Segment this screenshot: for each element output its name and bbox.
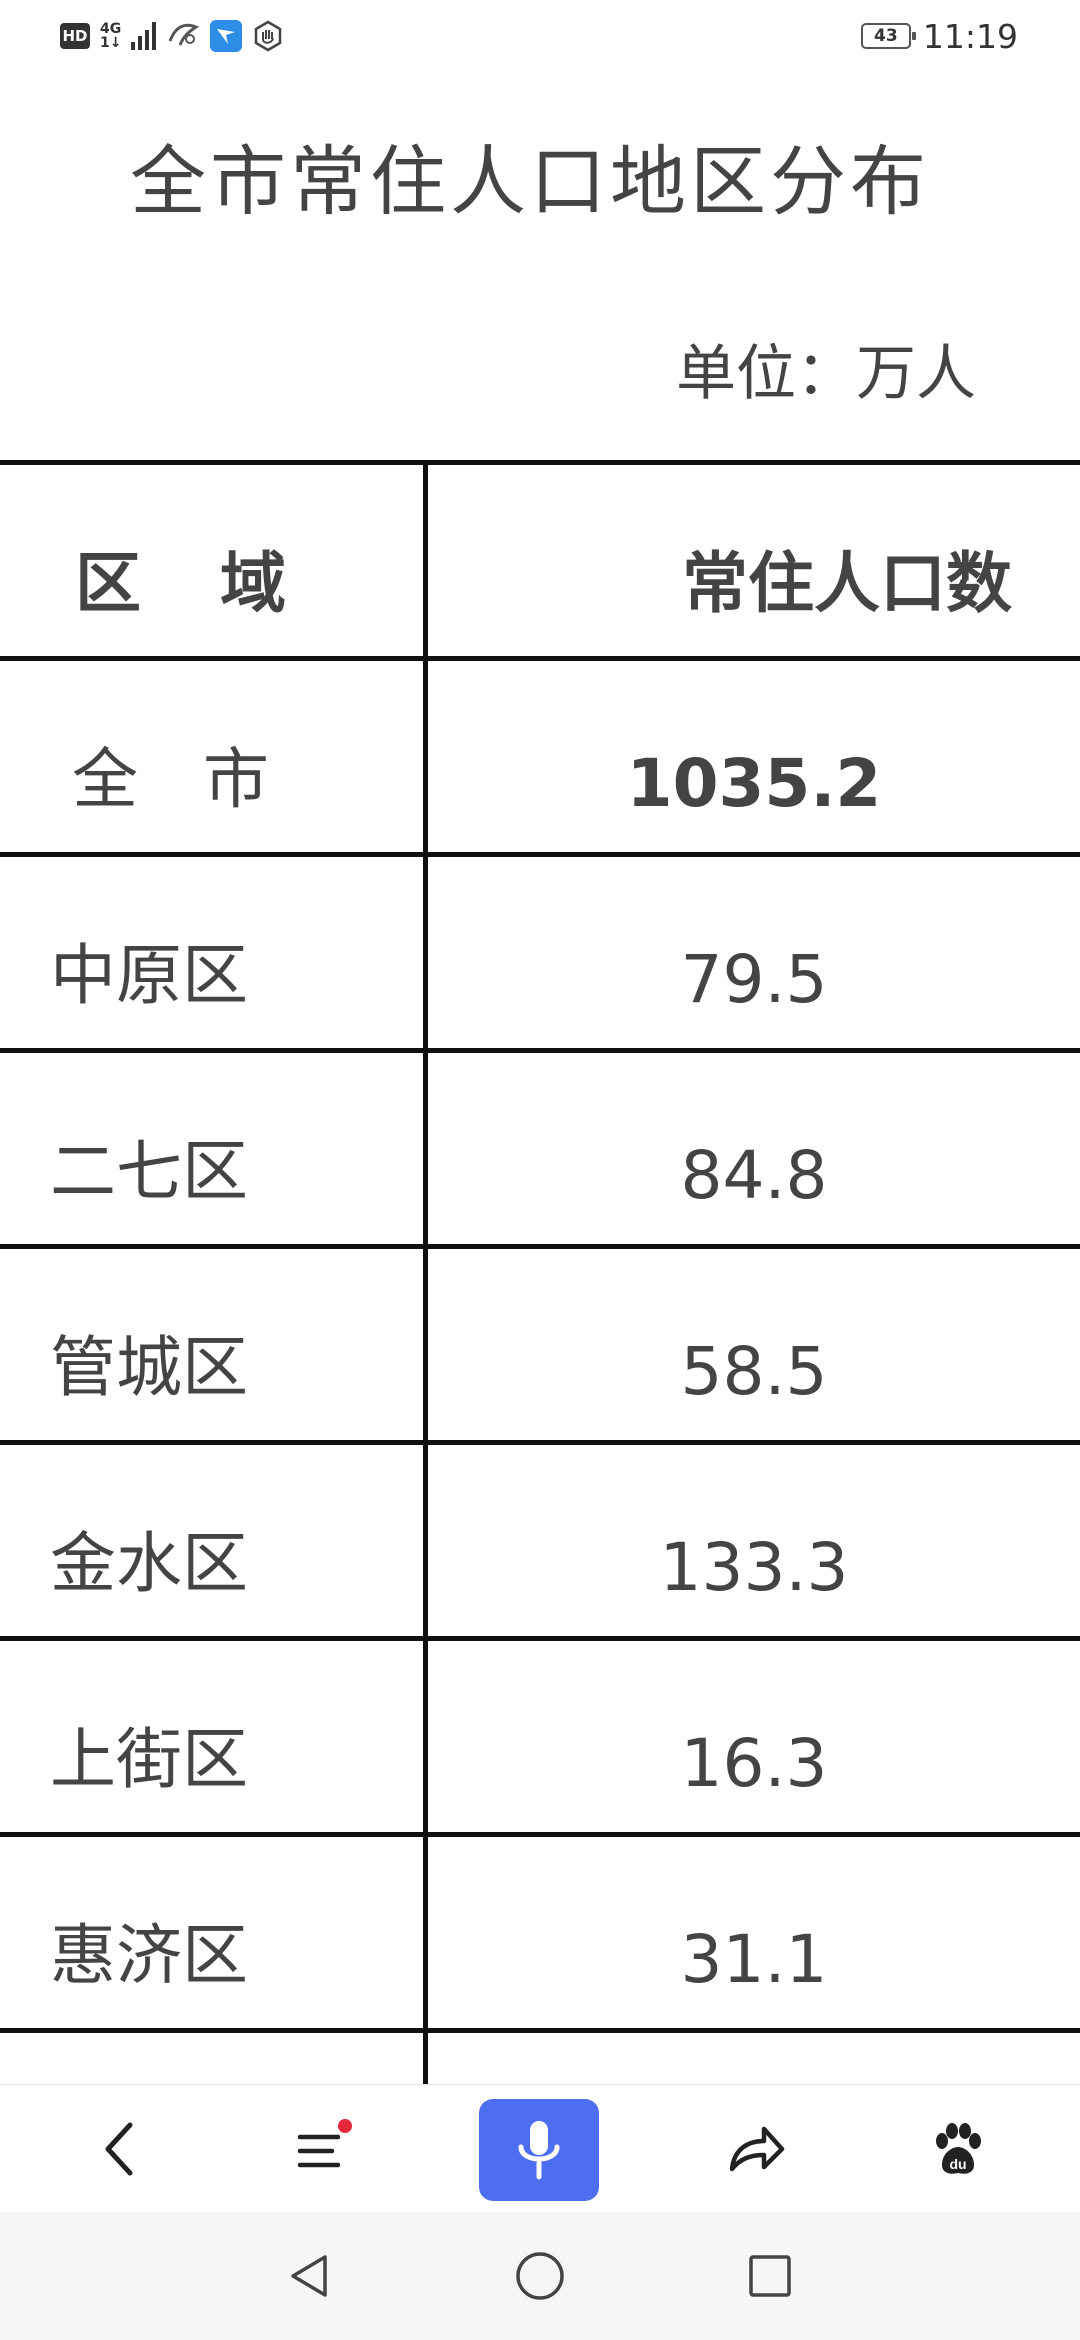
nav-recents-button[interactable] [738, 2244, 802, 2308]
table-column-divider [423, 460, 428, 2084]
page-title: 全市常住人口地区分布 [130, 137, 930, 226]
table-row: 上街区 16.3 [0, 1636, 1080, 1832]
table-row: 二七区 84.8 [0, 1048, 1080, 1244]
nav-home-icon [516, 2252, 564, 2300]
app-notification-icon [166, 19, 200, 53]
baidu-button[interactable]: du [910, 2101, 1006, 2197]
population-cell: 1035.2 [626, 745, 882, 822]
nav-recents-icon [749, 2255, 791, 2297]
population-cell: 84.8 [680, 1137, 828, 1214]
header-region: 区 域 [75, 545, 314, 622]
header-population: 常住人口数 [682, 545, 1012, 622]
population-cell: 16.3 [680, 1725, 828, 1802]
population-cell: 31.1 [680, 1921, 828, 1998]
table-row: 惠济区 31.1 [0, 1832, 1080, 2028]
region-cell: 中原区 [50, 937, 248, 1014]
region-cell: 惠济区 [50, 1917, 248, 1994]
region-cell: 金水区 [50, 1525, 248, 1602]
hd-badge: HD [60, 23, 90, 49]
table-row: 金水区 133.3 [0, 1440, 1080, 1636]
signal-icon [131, 22, 157, 50]
table-row: 管城区 58.5 [0, 1244, 1080, 1440]
notification-dot [338, 2119, 352, 2133]
svg-text:du: du [949, 2156, 966, 2172]
share-icon [729, 2126, 785, 2172]
bird-app-icon [210, 20, 243, 52]
table-row: 中原区 79.5 [0, 852, 1080, 1048]
browser-toolbar: du [0, 2084, 1080, 2213]
clock: 11:19 [922, 16, 1018, 56]
network-activity: 1↓ [100, 35, 122, 51]
network-generation: 4G [100, 21, 122, 37]
battery-level: 43 [874, 26, 898, 46]
network-type: 4G 1↓ [100, 22, 121, 50]
population-cell: 58.5 [680, 1333, 828, 1410]
microphone-icon [518, 2121, 560, 2180]
voice-search-button[interactable] [479, 2099, 599, 2201]
unit-label: 单位：万人 [676, 339, 976, 409]
menu-button[interactable] [274, 2101, 370, 2197]
hand-app-icon [252, 20, 284, 52]
system-nav-bar [0, 2212, 1080, 2340]
status-right: 43 11:19 [860, 16, 1018, 56]
table-header-row: 区 域 常住人口数 [0, 460, 1080, 656]
nav-back-icon [291, 2255, 327, 2297]
baidu-paw-icon: du [936, 2123, 981, 2174]
region-cell: 管城区 [50, 1329, 248, 1406]
table-row: 全 市 1035.2 [0, 656, 1080, 852]
table-row [0, 2028, 1080, 2084]
population-table: 区 域 常住人口数 全 市 1035.2 中原区 79.5 二七区 84.8 管… [0, 460, 1080, 2084]
back-button[interactable] [72, 2101, 168, 2197]
back-icon [105, 2122, 133, 2176]
region-cell: 上街区 [50, 1721, 248, 1798]
region-cell: 全 市 [72, 741, 291, 818]
status-left: HD 4G 1↓ [60, 18, 284, 54]
nav-home-button[interactable] [508, 2244, 572, 2308]
nav-back-button[interactable] [278, 2244, 342, 2308]
status-bar: HD 4G 1↓ 43 11:19 [0, 0, 1080, 72]
population-cell: 133.3 [659, 1529, 849, 1606]
region-cell: 二七区 [50, 1133, 248, 1210]
population-cell: 79.5 [680, 941, 828, 1018]
battery-icon: 43 [860, 23, 916, 49]
share-button[interactable] [708, 2101, 804, 2197]
